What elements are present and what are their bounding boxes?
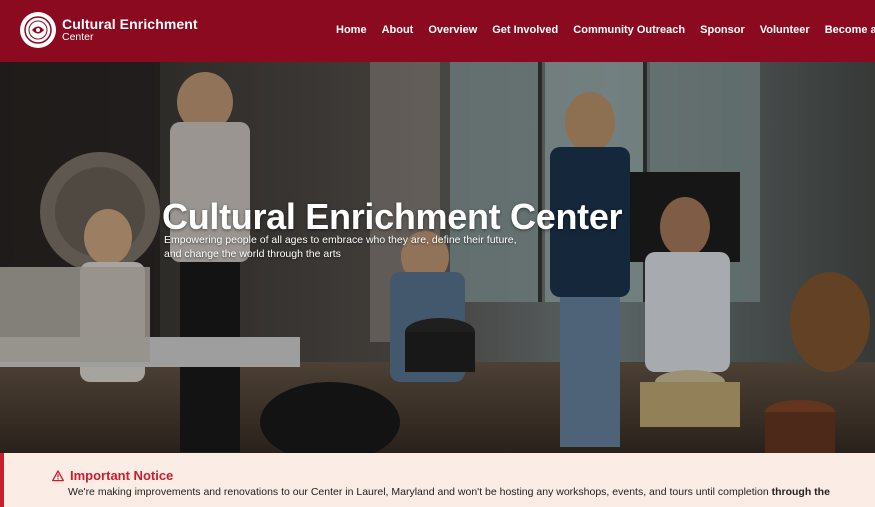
nav-community-outreach[interactable]: Community Outreach (573, 24, 685, 36)
notice-body: We're making improvements and renovation… (68, 486, 830, 498)
hero-title: Cultural Enrichment Center (162, 196, 623, 237)
nav-volunteer[interactable]: Volunteer (760, 24, 810, 36)
site-logo[interactable]: Cultural Enrichment Center (20, 12, 198, 48)
nav-overview[interactable]: Overview (428, 24, 477, 36)
site-header: Cultural Enrichment Center Home About Ov… (0, 0, 875, 62)
notice-heading-text: Important Notice (70, 468, 174, 483)
nav-sponsor[interactable]: Sponsor (700, 24, 745, 36)
hero-banner: Cultural Enrichment Center Empowering pe… (0, 62, 875, 453)
warning-icon (52, 469, 64, 482)
nav-about[interactable]: About (382, 24, 414, 36)
important-notice-banner: Important Notice We're making improvemen… (0, 453, 875, 507)
logo-subtitle: Center (62, 31, 94, 44)
nav-become-member[interactable]: Become a M (825, 24, 875, 36)
nav-get-involved[interactable]: Get Involved (492, 24, 558, 36)
logo-title: Cultural Enrichment (62, 16, 198, 33)
notice-body-text: We're making improvements and renovation… (68, 486, 772, 498)
logo-emblem-icon (20, 12, 56, 48)
notice-heading: Important Notice (52, 468, 173, 483)
nav-home[interactable]: Home (336, 24, 367, 36)
notice-body-bold: through the (771, 486, 830, 498)
hero-subtitle: Empowering people of all ages to embrace… (164, 234, 517, 260)
main-nav: Home About Overview Get Involved Communi… (336, 24, 875, 36)
